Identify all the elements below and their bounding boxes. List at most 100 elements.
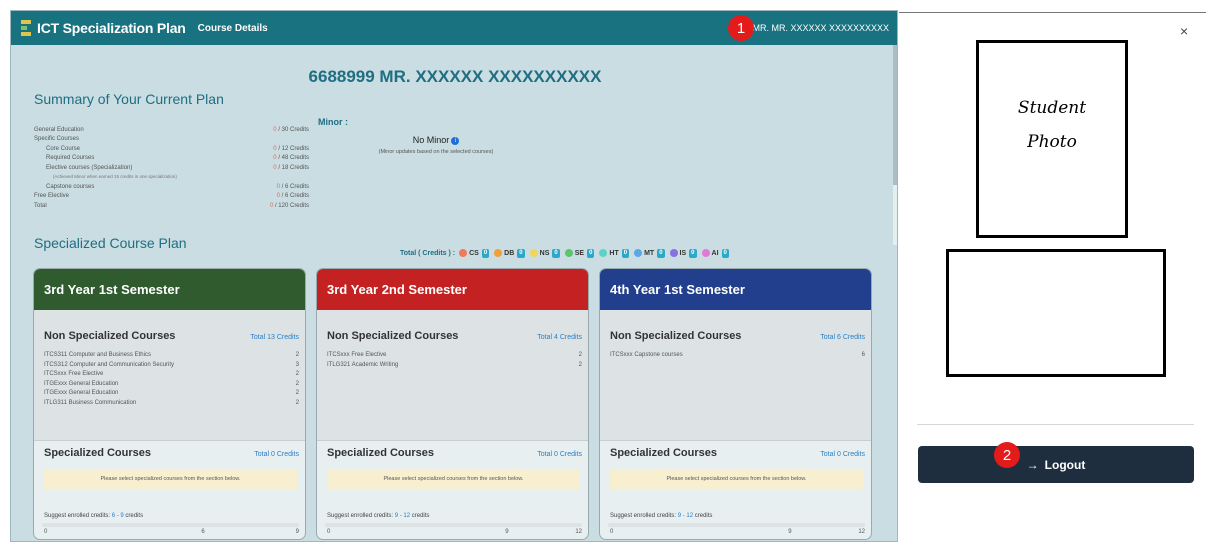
course-row[interactable]: ITLG321 Academic Writing 2 xyxy=(327,362,582,369)
brand-title[interactable]: ICT Specialization Plan xyxy=(37,20,186,36)
specialized-total: Total 0 Credits xyxy=(820,451,865,458)
course-credits: 2 xyxy=(295,352,299,358)
summary-row-value: 0 / 120 Credits xyxy=(253,202,309,210)
summary-row-required: / 48 Credits xyxy=(278,155,309,161)
specialized-notice: Please select specialized courses from t… xyxy=(327,469,580,490)
annotation-marker-2: 2 xyxy=(994,442,1020,468)
suggest-label: Suggest enrolled credits: xyxy=(44,513,111,519)
course-name: ITCSxxx Free Elective xyxy=(327,352,387,358)
semester-title: 3rd Year 1st Semester xyxy=(34,269,305,310)
specialization-tag-mt[interactable]: MT 0 xyxy=(634,248,665,258)
student-photo-label: Student Photo xyxy=(979,91,1125,159)
blank-info-box xyxy=(946,249,1166,377)
tag-count-badge: 0 xyxy=(621,248,630,258)
specialization-tag-cs[interactable]: CS 0 xyxy=(459,248,490,258)
summary-row-earned: 0 xyxy=(276,184,280,190)
close-icon[interactable]: × xyxy=(1180,23,1188,39)
course-row[interactable]: ITCS312 Computer and Communication Secur… xyxy=(44,362,299,369)
credit-progress-bar xyxy=(42,523,299,527)
specialized-notice: Please select specialized courses from t… xyxy=(44,469,297,490)
course-credits: 6 xyxy=(861,352,865,358)
nav-course-details-link[interactable]: Course Details xyxy=(198,23,268,34)
minor-value-text: No Minor xyxy=(412,135,450,145)
color-dot-icon xyxy=(669,249,678,257)
tag-name: HT xyxy=(609,249,619,257)
credit-progress-bar xyxy=(608,523,865,527)
progress-tick-label: 9 xyxy=(505,529,509,535)
logout-button[interactable]: → Logout xyxy=(918,446,1194,483)
semester-title: 3rd Year 2nd Semester xyxy=(317,269,588,310)
color-dot-icon xyxy=(459,249,468,257)
specialization-tag-is[interactable]: IS 0 xyxy=(669,248,697,258)
tag-count-badge: 0 xyxy=(721,248,729,258)
progress-tick-label: 9 xyxy=(788,529,792,535)
summary-row-value: 0 / 30 Credits xyxy=(253,126,309,134)
user-name[interactable]: MR. MR. XXXXXX XXXXXXXXXX xyxy=(752,23,889,33)
progress-tick-label: 0 xyxy=(327,529,331,535)
suggest-label: Suggest enrolled credits: xyxy=(610,513,677,519)
course-row[interactable]: ITCSxxx Free Elective 2 xyxy=(44,371,299,378)
non-specialized-total: Total 13 Credits xyxy=(250,334,299,341)
brand-logo-icon xyxy=(21,20,31,36)
course-credits: 2 xyxy=(578,352,582,358)
summary-row-label: Capstone courses xyxy=(46,184,95,190)
screen: ICT Specialization Plan Course Details M… xyxy=(0,0,1206,542)
course-row[interactable]: ITGExxx General Education 2 xyxy=(44,381,299,388)
suggest-unit: credits xyxy=(125,513,144,519)
specialization-tag-ns[interactable]: NS 0 xyxy=(529,248,560,258)
course-name: ITCSxxx Free Elective xyxy=(44,371,104,378)
summary-row-required: / 6 Credits xyxy=(281,184,309,190)
annotation-marker-1: 1 xyxy=(728,15,754,41)
progress-tick-label: 0 xyxy=(44,529,48,535)
suggest-credits: Suggest enrolled credits: 9 - 12 credits xyxy=(327,513,429,519)
summary-row-label: General Education xyxy=(34,127,84,133)
specialized-title: Specialized Courses xyxy=(610,447,717,459)
tag-count-badge: 0 xyxy=(657,248,665,258)
course-name: ITCSxxx Capstone courses xyxy=(610,352,683,358)
scrollbar-thumb[interactable] xyxy=(893,45,897,185)
user-menu[interactable]: MR. MR. XXXXXX XXXXXXXXXX xyxy=(734,11,889,45)
info-icon[interactable]: i xyxy=(451,137,460,145)
summary-row-value: 0 / 18 Credits xyxy=(253,164,309,172)
summary-row-earned: 0 xyxy=(273,165,277,171)
course-row[interactable]: ITCSxxx Capstone courses 6 xyxy=(610,352,865,359)
tag-count-badge: 0 xyxy=(481,248,490,258)
plan-title: Specialized Course Plan xyxy=(34,235,187,251)
summary-row-value: 0 / 48 Credits xyxy=(253,154,309,162)
course-row[interactable]: ITCS311 Computer and Business Ethics 2 xyxy=(44,352,299,359)
course-row[interactable]: ITGExxx General Education 2 xyxy=(44,390,299,397)
tag-count-badge: 0 xyxy=(552,248,560,258)
summary-row-label: Elective courses (Specialization) xyxy=(46,165,133,171)
specialization-tag-db[interactable]: DB 0 xyxy=(494,248,525,258)
summary-row-label: Total xyxy=(34,203,47,209)
specialization-totals: Total ( Credits ) : CS 0 DB 0 NS 0 SE 0 HT 0 MT 0 IS… xyxy=(400,246,734,260)
minor-label: Minor : xyxy=(318,117,348,127)
student-title: 6688999 MR. XXXXXX XXXXXXXXXX xyxy=(308,67,602,86)
tag-name: IS xyxy=(679,249,687,257)
course-row[interactable]: ITCSxxx Free Elective 2 xyxy=(327,352,582,359)
student-photo-placeholder: Student Photo xyxy=(976,40,1128,238)
color-dot-icon xyxy=(634,249,643,257)
tag-count-badge: 0 xyxy=(587,248,595,258)
specialized-total: Total 0 Credits xyxy=(537,451,582,458)
course-credits: 2 xyxy=(295,400,299,406)
specialization-tag-se[interactable]: SE 0 xyxy=(564,248,595,258)
suggest-range: 6 - 9 xyxy=(111,513,124,519)
summary-row-value: 0 / 6 Credits xyxy=(253,183,309,191)
course-name: ITCS311 Computer and Business Ethics xyxy=(44,352,151,358)
summary-row-required: / 30 Credits xyxy=(278,127,309,133)
summary-row-earned: 0 xyxy=(273,127,277,133)
non-specialized-title: Non Specialized Courses xyxy=(44,330,176,342)
course-row[interactable]: ITLG311 Business Communication 2 xyxy=(44,400,299,407)
specialization-tag-ht[interactable]: HT 0 xyxy=(599,248,630,258)
summary-row-label: Required Courses xyxy=(46,155,95,161)
specialized-total: Total 0 Credits xyxy=(254,451,299,458)
specialization-tag-ai[interactable]: AI 0 xyxy=(701,248,729,258)
non-specialized-total: Total 4 Credits xyxy=(537,334,582,341)
suggest-label: Suggest enrolled credits: xyxy=(327,513,394,519)
summary-row-earned: 0 xyxy=(269,203,274,209)
summary-row-label: Free Elective xyxy=(34,193,70,199)
credit-progress-bar xyxy=(325,523,582,527)
semester-card: 3rd Year 2nd Semester Non Specialized Cou… xyxy=(316,268,589,540)
minor-hint: (Minor updates based on the selected cou… xyxy=(378,149,494,155)
